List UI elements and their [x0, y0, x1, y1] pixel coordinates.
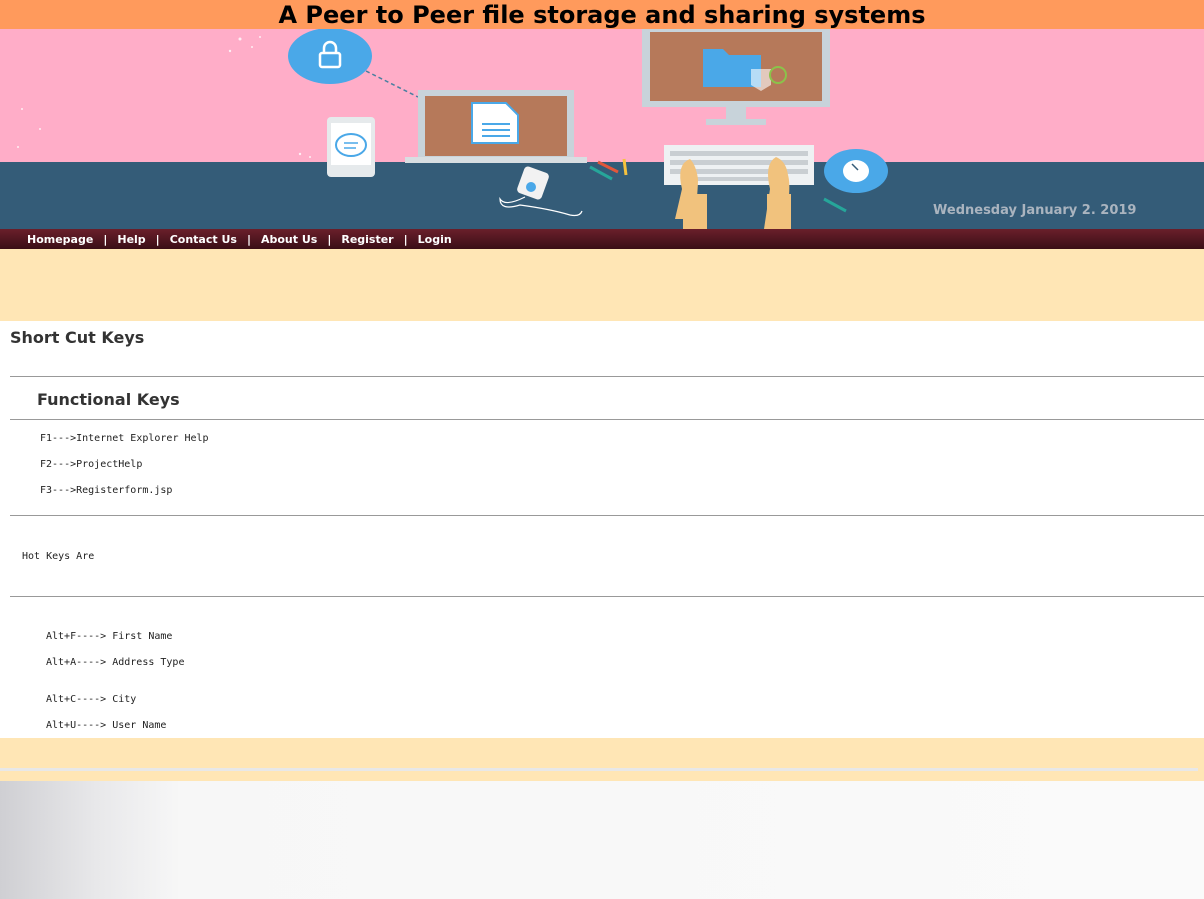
hot-key-item: Alt+U----> User Name — [46, 720, 167, 731]
divider — [10, 419, 1204, 420]
nav-separator: | — [403, 232, 408, 246]
nav-separator: | — [103, 232, 108, 246]
hot-key-item: Alt+C----> City — [46, 694, 137, 705]
document-icon — [471, 102, 519, 144]
divider — [10, 596, 1204, 597]
footer — [0, 781, 1204, 899]
nav-item-homepage[interactable]: Homepage — [20, 233, 100, 246]
chat-icon — [327, 117, 375, 177]
laptop — [405, 90, 587, 163]
functional-key-item: F1--->Internet Explorer Help — [40, 433, 209, 444]
nav-separator: | — [246, 232, 251, 246]
banner: Wednesday January 2. 2019 — [0, 29, 1204, 229]
functional-keys-heading: Functional Keys — [37, 390, 180, 409]
divider — [10, 376, 1204, 377]
nav-item-register[interactable]: Register — [334, 233, 400, 246]
nav-item-about-us[interactable]: About Us — [254, 233, 324, 246]
title-bar: A Peer to Peer file storage and sharing … — [0, 0, 1204, 29]
hot-keys-label: Hot Keys Are — [22, 551, 95, 562]
lock-icon — [288, 29, 372, 84]
nav-item-login[interactable]: Login — [411, 233, 459, 246]
hot-key-item: Alt+F----> First Name — [46, 631, 173, 642]
functional-key-item: F2--->ProjectHelp — [40, 459, 143, 470]
top-band — [0, 249, 1204, 321]
page-title: A Peer to Peer file storage and sharing … — [278, 1, 926, 29]
nav-separator: | — [327, 232, 332, 246]
hot-key-item: Alt+A----> Address Type — [46, 657, 185, 668]
bottom-band — [0, 738, 1204, 781]
functional-key-item: F3--->Registerform.jsp — [40, 485, 173, 496]
nav-item-contact-us[interactable]: Contact Us — [163, 233, 244, 246]
banner-illustration — [0, 29, 1204, 229]
mouse-icon — [824, 149, 888, 193]
main-nav: Homepage | Help | Contact Us | About Us … — [0, 229, 1204, 249]
nav-separator: | — [155, 232, 160, 246]
divider — [0, 768, 1198, 771]
current-date: Wednesday January 2. 2019 — [933, 203, 1137, 218]
divider — [10, 515, 1204, 516]
nav-item-help[interactable]: Help — [110, 233, 152, 246]
main-content: Short Cut Keys Functional Keys F1--->Int… — [0, 321, 1204, 738]
shortcut-keys-heading: Short Cut Keys — [10, 328, 145, 347]
